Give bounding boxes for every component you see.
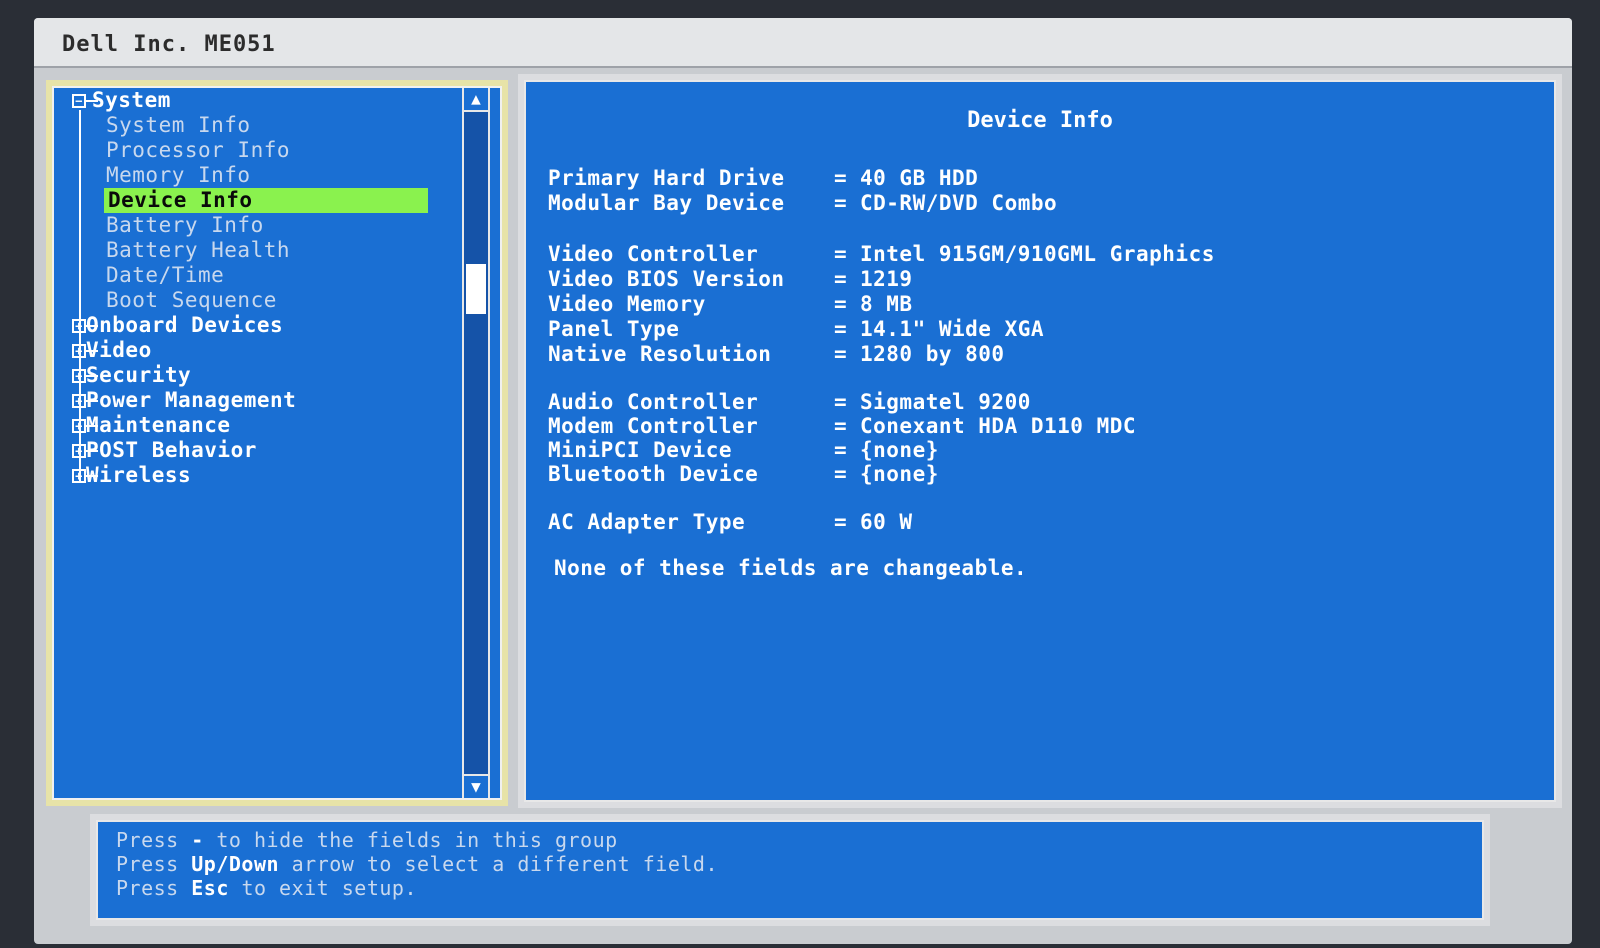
field-video-bios-version: Video BIOS Version = 1219: [548, 267, 913, 291]
field-ac-adapter-type: AC Adapter Type = 60 W: [548, 510, 913, 534]
tree-group-video[interactable]: + Video: [60, 338, 440, 363]
help-panel-frame: Press - to hide the fields in this group…: [90, 814, 1490, 926]
tree-item-boot-sequence[interactable]: Boot Sequence: [60, 288, 440, 313]
field-bluetooth-device: Bluetooth Device = {none}: [548, 462, 939, 486]
arrow-up-icon[interactable]: ▲: [464, 88, 488, 112]
panel-title: Device Info: [967, 108, 1113, 133]
field-audio-controller: Audio Controller = Sigmatel 9200: [548, 390, 1031, 414]
tree-group-power-management[interactable]: + Power Management: [60, 388, 440, 413]
title-bar: Dell Inc. ME051: [34, 18, 1572, 68]
tree-panel: − System System Info Processor Info Memo…: [52, 86, 502, 800]
plus-box-icon[interactable]: +: [72, 394, 98, 408]
help-line-2: Press Up/Down arrow to select a differen…: [116, 852, 719, 876]
field-modem-controller: Modem Controller = Conexant HDA D110 MDC: [548, 414, 1137, 438]
tree-group-label: System: [92, 88, 171, 112]
tree-group-maintenance[interactable]: + Maintenance: [60, 413, 440, 438]
tree-group-onboard-devices[interactable]: + Onboard Devices: [60, 313, 440, 338]
help-key-minus: -: [191, 828, 204, 852]
plus-box-icon[interactable]: +: [72, 469, 98, 483]
help-key-up-down: Up/Down: [191, 852, 280, 876]
tree-scrollbar[interactable]: ▲ ▼: [462, 88, 490, 798]
plus-box-icon[interactable]: +: [72, 444, 98, 458]
window-title: Dell Inc. ME051: [62, 32, 276, 57]
field-video-controller: Video Controller = Intel 915GM/910GML Grap…: [548, 242, 1215, 266]
tree-group-wireless[interactable]: + Wireless: [60, 463, 440, 488]
arrow-down-icon[interactable]: ▼: [464, 774, 488, 798]
bios-screen: Dell Inc. ME051 − System System Info Pro…: [34, 18, 1572, 944]
tree-item-device-info[interactable]: Device Info: [104, 188, 428, 213]
tree-item-battery-health[interactable]: Battery Health: [60, 238, 440, 263]
tree-item-memory-info[interactable]: Memory Info: [60, 163, 440, 188]
field-modular-bay-device: Modular Bay Device = CD-RW/DVD Combo: [548, 191, 1058, 215]
panel-note: None of these fields are changeable.: [554, 556, 1028, 580]
plus-box-icon[interactable]: +: [72, 419, 98, 433]
info-panel-frame: Device Info Primary Hard Drive = 40 GB HDD…: [518, 74, 1562, 808]
plus-box-icon[interactable]: +: [72, 319, 98, 333]
info-panel: Device Info Primary Hard Drive = 40 GB HDD…: [524, 80, 1556, 802]
plus-box-icon[interactable]: +: [72, 369, 98, 383]
tree-panel-frame: − System System Info Processor Info Memo…: [46, 80, 508, 806]
plus-box-icon[interactable]: +: [72, 344, 98, 358]
field-minipci-device: MiniPCI Device = {none}: [548, 438, 939, 462]
scrollbar-thumb[interactable]: [466, 264, 486, 314]
field-panel-type: Panel Type = 14.1" Wide XGA: [548, 317, 1045, 341]
tree-item-processor-info[interactable]: Processor Info: [60, 138, 440, 163]
minus-box-icon[interactable]: −: [72, 94, 98, 108]
field-primary-hard-drive: Primary Hard Drive = 40 GB HDD: [548, 166, 979, 190]
help-panel: Press - to hide the fields in this group…: [96, 820, 1484, 920]
settings-tree: − System System Info Processor Info Memo…: [60, 88, 440, 488]
help-line-3: Press Esc to exit setup.: [116, 876, 418, 900]
help-line-1: Press - to hide the fields in this group: [116, 828, 618, 852]
tree-item-system-info[interactable]: System Info: [60, 113, 440, 138]
tree-item-date-time[interactable]: Date/Time: [60, 263, 440, 288]
field-video-memory: Video Memory = 8 MB: [548, 292, 913, 316]
tree-group-post-behavior[interactable]: + POST Behavior: [60, 438, 440, 463]
tree-group-system[interactable]: − System: [60, 88, 440, 113]
tree-item-battery-info[interactable]: Battery Info: [60, 213, 440, 238]
field-native-resolution: Native Resolution = 1280 by 800: [548, 342, 1005, 366]
tree-group-security[interactable]: + Security: [60, 363, 440, 388]
help-key-esc: Esc: [191, 876, 229, 900]
